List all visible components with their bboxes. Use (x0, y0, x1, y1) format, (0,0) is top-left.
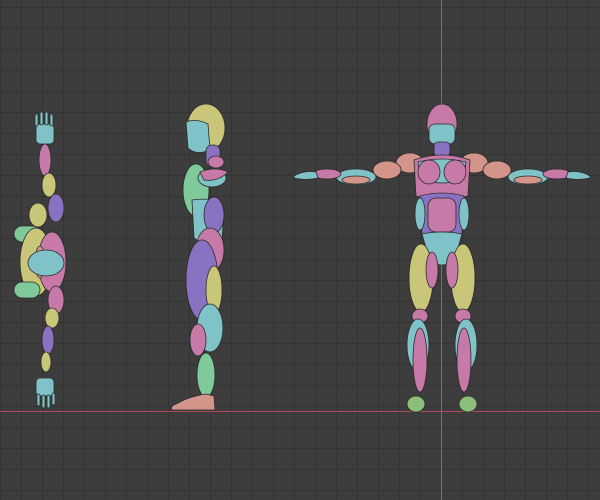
front-view-figure[interactable] (293, 103, 591, 413)
top-view-foot-b (13, 281, 41, 299)
side-view-foot (171, 393, 216, 411)
front-view-foot-left (406, 395, 426, 413)
top-view-hand-lower (35, 377, 55, 397)
top-view-head (27, 249, 65, 277)
side-view-figure[interactable] (171, 103, 229, 411)
top-view-hand-upper (35, 123, 55, 145)
front-view-hand-left (293, 171, 319, 180)
front-view-foot-right (458, 395, 478, 413)
top-view-figure[interactable] (13, 111, 67, 409)
front-view-hand-right (565, 171, 591, 180)
figures-layer (13, 103, 591, 413)
3d-viewport[interactable] (0, 0, 600, 500)
